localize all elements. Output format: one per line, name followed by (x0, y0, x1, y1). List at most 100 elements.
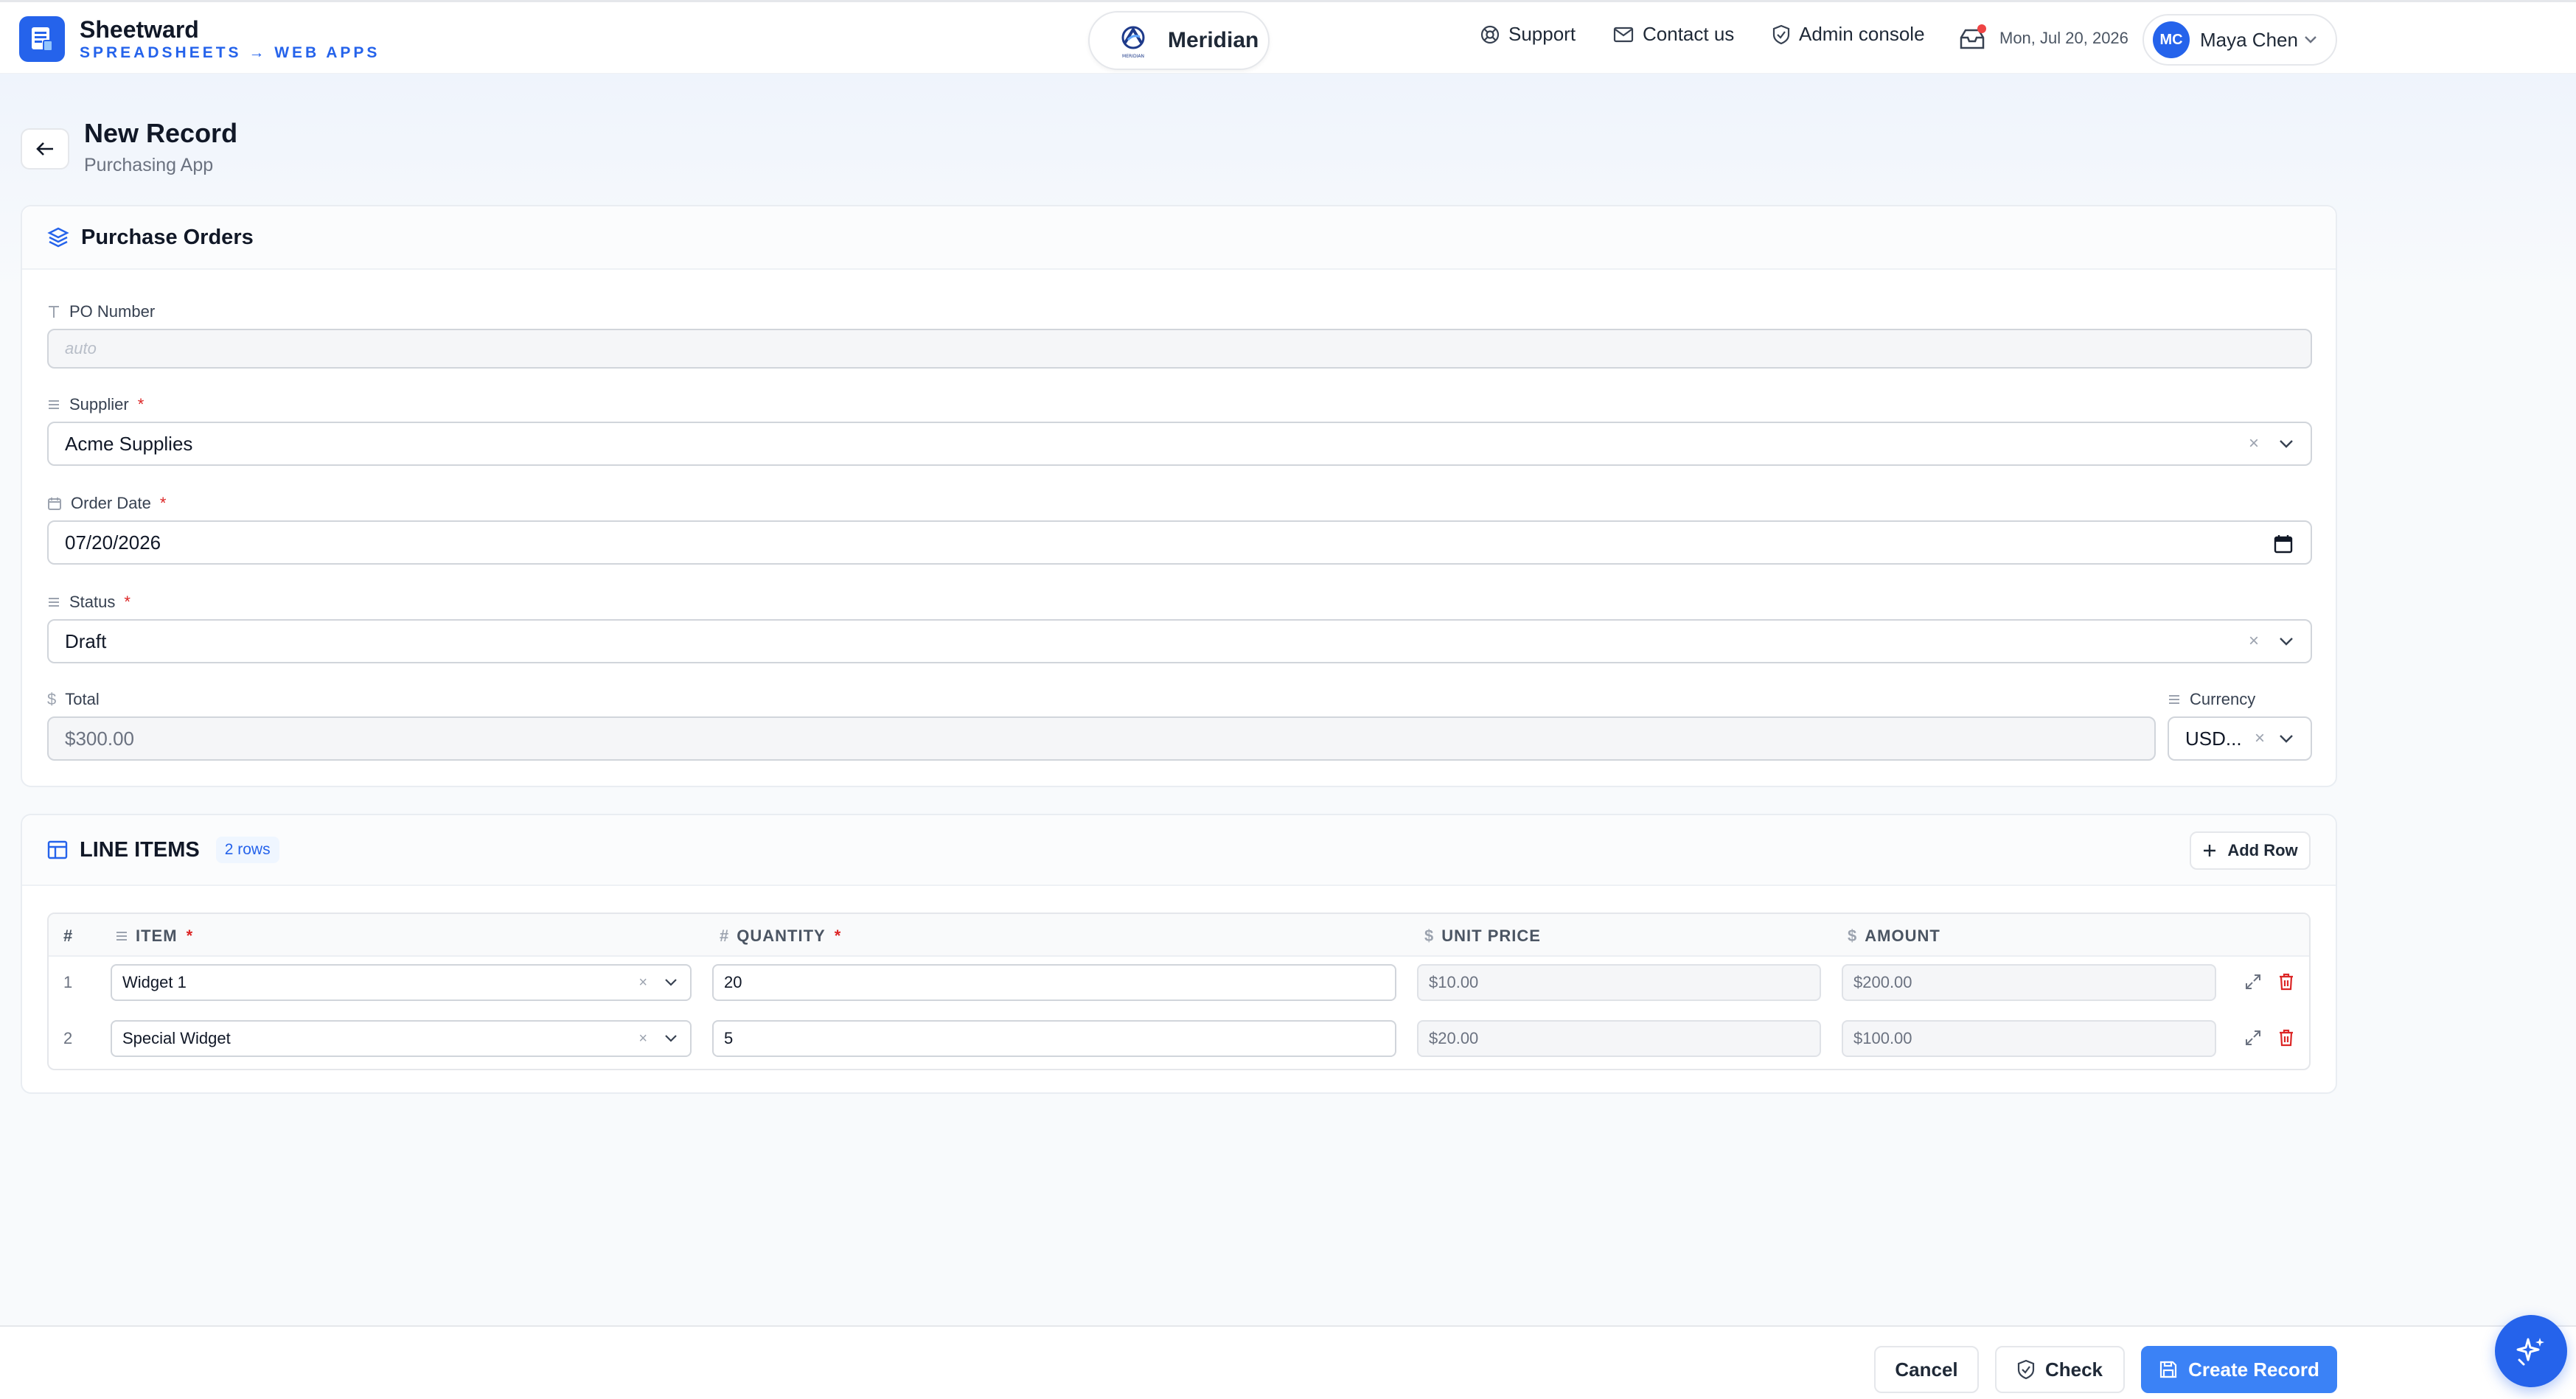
clear-icon[interactable]: × (2255, 728, 2265, 749)
brand-name: Sheetward (80, 16, 199, 43)
dollar-icon: $ (1848, 927, 1858, 945)
cancel-button[interactable]: Cancel (1874, 1346, 1979, 1393)
nav-support[interactable]: Support (1480, 23, 1576, 46)
arrow-left-icon (36, 142, 53, 156)
section-title: Purchase Orders (81, 225, 254, 249)
item-select[interactable]: Widget 1 × (111, 964, 692, 1001)
clear-icon[interactable]: × (2249, 433, 2259, 454)
chevron-down-icon[interactable] (2278, 733, 2294, 744)
row-actions (2244, 1029, 2294, 1047)
chevron-down-icon[interactable] (2278, 636, 2294, 646)
add-row-label: Add Row (2227, 841, 2298, 859)
row-actions (2244, 973, 2294, 991)
col-num: # (63, 927, 73, 946)
add-row-button[interactable]: Add Row (2190, 831, 2311, 870)
currency-label: Currency (2168, 690, 2255, 709)
supplier-label-text: Supplier (69, 395, 129, 414)
row-number: 2 (63, 1029, 73, 1047)
clear-icon[interactable]: × (638, 1030, 647, 1047)
action-footer: Cancel Check Create Record (0, 1325, 2576, 1399)
line-items-table: # ITEM * # QUANTITY * $ UNIT PRICE $ AMO… (47, 913, 2311, 1070)
unit-price-input[interactable]: $10.00 (1417, 964, 1821, 1001)
save-icon (2160, 1361, 2177, 1378)
row-number: 1 (63, 973, 73, 991)
col-item[interactable]: ITEM * (115, 927, 193, 946)
nav-contact-label: Contact us (1643, 23, 1735, 45)
user-menu[interactable]: MC Maya Chen (2142, 14, 2337, 66)
dollar-icon: $ (1424, 927, 1435, 945)
line-items-header: LINE ITEMS 2 rows (22, 815, 2336, 886)
col-quantity[interactable]: # QUANTITY * (720, 927, 841, 946)
purchase-orders-card: Purchase Orders PO Number auto Supplier … (21, 205, 2337, 787)
notification-dot (1977, 24, 1986, 33)
order-date-input[interactable]: 07/20/2026 (47, 520, 2312, 565)
expand-icon[interactable] (2244, 973, 2262, 991)
unit-price-value: $20.00 (1429, 1029, 1479, 1047)
status-select[interactable]: Draft × (47, 619, 2312, 663)
clear-icon[interactable]: × (638, 974, 647, 991)
amount-input[interactable]: $200.00 (1842, 964, 2216, 1001)
col-amount[interactable]: $ AMOUNT (1848, 927, 1940, 946)
currency-select[interactable]: USD... × (2168, 716, 2312, 761)
check-button[interactable]: Check (1995, 1346, 2125, 1393)
col-unit-price[interactable]: $ UNIT PRICE (1424, 927, 1541, 946)
table-icon (47, 840, 68, 859)
supplier-value: Acme Supplies (65, 432, 193, 455)
order-date-value: 07/20/2026 (65, 531, 161, 554)
create-record-button[interactable]: Create Record (2141, 1346, 2337, 1393)
shield-icon (1772, 24, 1790, 44)
nav-contact[interactable]: Contact us (1613, 23, 1734, 46)
list-icon (2169, 695, 2179, 704)
page-title: New Record (84, 118, 238, 148)
spreadsheet-icon (19, 16, 65, 62)
chevron-down-icon[interactable] (2278, 439, 2294, 449)
po-number-input[interactable]: auto (47, 329, 2312, 369)
status-label-text: Status (69, 593, 116, 611)
back-button[interactable] (21, 128, 69, 170)
assistant-button[interactable] (2495, 1315, 2567, 1387)
nav-support-label: Support (1508, 23, 1576, 45)
trash-icon[interactable] (2278, 1029, 2294, 1047)
chevron-down-icon[interactable] (664, 978, 678, 987)
quantity-input[interactable]: 5 (712, 1020, 1396, 1057)
table-header: # ITEM * # QUANTITY * $ UNIT PRICE $ AMO… (49, 914, 2309, 957)
clear-icon[interactable]: × (2249, 631, 2259, 652)
status-value: Draft (65, 629, 107, 652)
user-name: Maya Chen (2200, 28, 2298, 51)
item-select[interactable]: Special Widget × (111, 1020, 692, 1057)
po-number-placeholder: auto (65, 339, 97, 357)
col-item-required: * (186, 927, 194, 945)
chevron-down-icon[interactable] (664, 1034, 678, 1043)
supplier-select[interactable]: Acme Supplies × (47, 422, 2312, 466)
unit-price-value: $10.00 (1429, 973, 1479, 991)
total-input[interactable]: $300.00 (47, 716, 2156, 761)
order-date-label-text: Order Date (71, 494, 151, 512)
nav-admin-console[interactable]: Admin console (1772, 23, 1925, 46)
inbox-button[interactable] (1958, 24, 1986, 56)
po-number-label-text: PO Number (69, 302, 156, 321)
currency-label-text: Currency (2190, 690, 2256, 708)
avatar: MC (2153, 21, 2190, 58)
row-count-badge: 2 rows (215, 837, 279, 863)
amount-value: $200.00 (1853, 973, 1912, 991)
calendar-picker-icon[interactable] (2274, 534, 2293, 554)
trash-icon[interactable] (2278, 973, 2294, 991)
quantity-input[interactable]: 20 (712, 964, 1396, 1001)
unit-price-input[interactable]: $20.00 (1417, 1020, 1821, 1057)
amount-value: $100.00 (1853, 1029, 1912, 1047)
layers-icon (47, 227, 69, 248)
hash-icon: # (720, 927, 730, 945)
purchase-orders-header: Purchase Orders (22, 206, 2336, 270)
brand[interactable]: Sheetward SPREADSHEETS → WEB APPS (19, 15, 380, 63)
col-quantity-required: * (834, 927, 842, 945)
quantity-value: 5 (724, 1029, 734, 1047)
tenant-logo: MERIDIAN (1121, 26, 1145, 59)
amount-input[interactable]: $100.00 (1842, 1020, 2216, 1057)
list-icon (49, 400, 59, 409)
total-label-text: Total (65, 690, 100, 708)
expand-icon[interactable] (2244, 1029, 2262, 1047)
mail-icon (1613, 27, 1634, 42)
tenant-switcher[interactable]: MERIDIAN Meridian (1088, 11, 1270, 70)
nav-admin-label: Admin console (1799, 23, 1925, 45)
list-icon (49, 598, 59, 607)
